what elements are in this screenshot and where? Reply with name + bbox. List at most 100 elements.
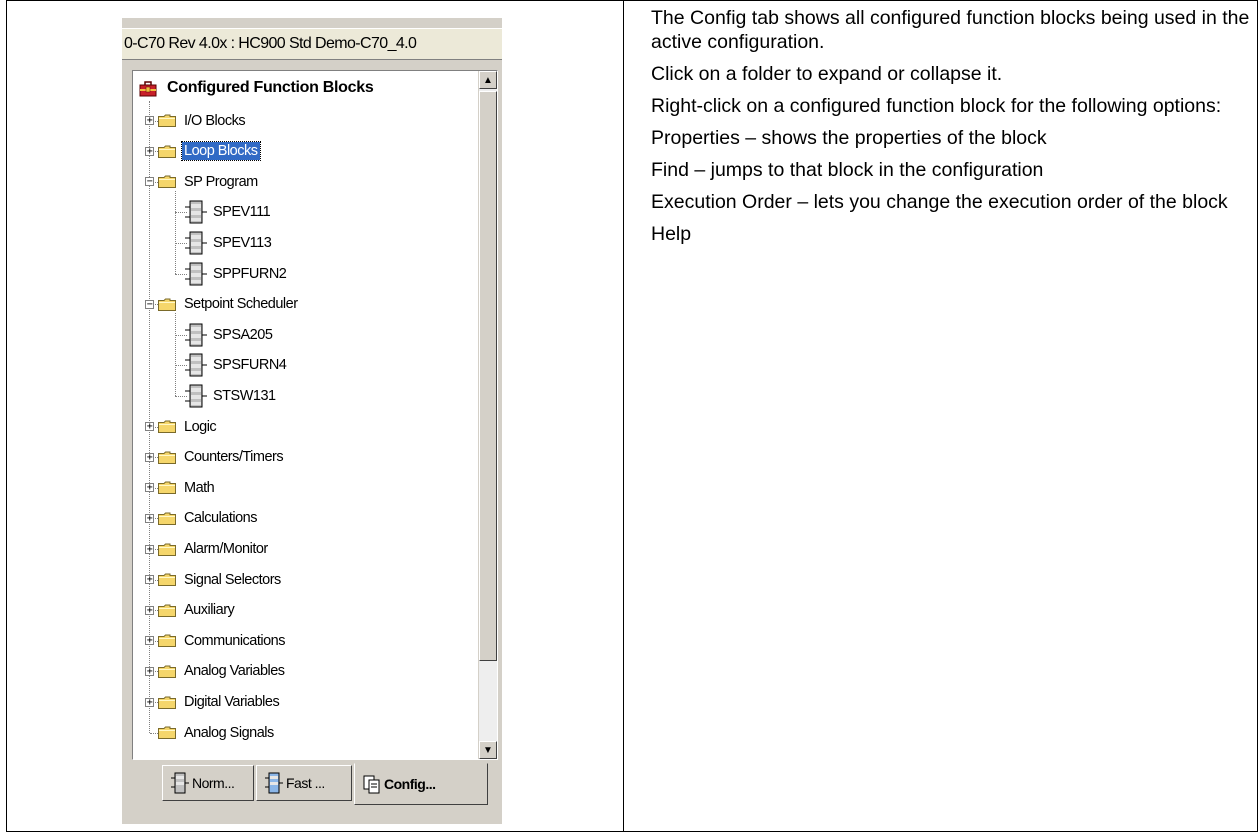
column-divider xyxy=(623,0,624,832)
folder-icon xyxy=(158,481,176,495)
function-block-icon xyxy=(185,384,207,408)
tree-item-label: Counters/Timers xyxy=(184,449,284,466)
tab-norm[interactable]: Norm... xyxy=(162,765,254,801)
tree-folder-item[interactable]: + Analog Variables xyxy=(145,658,287,684)
description-paragraph: Help xyxy=(651,223,692,245)
tree-item-label: Analog Signals xyxy=(184,724,274,741)
folder-icon xyxy=(158,114,176,128)
tree-content: Configured Function Blocks + I/O Blocks + Lo… xyxy=(133,71,473,759)
description-paragraph: The Config tab shows all configured func… xyxy=(651,7,1250,53)
tree-block-item[interactable]: SPEV113 xyxy=(185,230,273,256)
collapse-icon[interactable]: − xyxy=(145,177,154,187)
folder-icon xyxy=(158,726,176,740)
tree-folder-item[interactable]: + Signal Selectors xyxy=(145,567,283,593)
folder-icon xyxy=(158,604,176,617)
tree-block-item[interactable]: SPPFURN2 xyxy=(185,261,288,287)
function-block-tree[interactable]: Configured Function Blocks + I/O Blocks + Lo… xyxy=(132,70,498,760)
tree-folder-item[interactable]: + Alarm/Monitor xyxy=(145,536,270,562)
tree-folder-item[interactable]: + Communications xyxy=(145,628,287,654)
tree-folder-item[interactable]: + Calculations xyxy=(145,505,259,531)
tree-item-label: Digital Variables xyxy=(184,694,280,710)
expand-icon[interactable]: + xyxy=(145,116,154,126)
tree-item-label: Analog Variables xyxy=(184,663,285,680)
tab-label: Fast ... xyxy=(286,775,325,791)
panel-tab-strip: Norm... Fast ... Config... xyxy=(132,763,498,811)
function-block-icon xyxy=(185,323,207,347)
tree-item-label: Signal Selectors xyxy=(184,571,281,588)
tree-folder-item[interactable]: + Logic xyxy=(145,414,218,440)
tree-item-label: Calculations xyxy=(184,510,258,527)
tree-item-label: Logic xyxy=(184,418,217,435)
expand-icon[interactable]: + xyxy=(145,483,154,493)
tree-folder-item[interactable]: − SP Program xyxy=(145,169,260,195)
block-icon xyxy=(171,772,189,794)
tree-folder-item[interactable]: + Loop Blocks xyxy=(145,138,261,164)
folder-icon xyxy=(158,175,176,189)
folder-icon xyxy=(158,696,176,709)
config-icon xyxy=(363,775,380,794)
tree-item-label: STSW131 xyxy=(213,388,276,404)
folder-icon xyxy=(158,145,176,158)
folder-icon xyxy=(158,420,176,434)
tree-block-item[interactable]: SPSFURN4 xyxy=(185,352,288,378)
scroll-thumb[interactable] xyxy=(479,91,497,661)
tree-item-label: SPSA205 xyxy=(213,326,273,343)
tree-root[interactable]: Configured Function Blocks xyxy=(139,75,375,101)
expand-icon[interactable]: + xyxy=(145,697,154,707)
expand-icon[interactable]: + xyxy=(145,146,154,156)
tree-item-label: SPEV113 xyxy=(213,235,272,251)
function-block-icon xyxy=(185,200,207,224)
expand-icon[interactable]: + xyxy=(145,666,154,676)
scroll-down-button[interactable]: ▼ xyxy=(479,741,497,759)
tree-folder-item[interactable]: + Counters/Timers xyxy=(145,444,285,470)
tree-item-label: SPEV111 xyxy=(213,204,271,221)
folder-icon xyxy=(158,543,176,556)
tree-folder-item[interactable]: − Setpoint Scheduler xyxy=(145,291,300,317)
tab-config[interactable]: Config... xyxy=(354,763,488,805)
expand-icon[interactable]: + xyxy=(145,605,154,615)
panel-title-bar: 0-C70 Rev 4.0x : HC900 Std Demo-C70_4.0 xyxy=(122,28,502,60)
folder-icon xyxy=(158,573,176,587)
tree-folder-item[interactable]: + Digital Variables xyxy=(145,689,281,715)
folder-icon xyxy=(158,665,176,678)
tree-block-item[interactable]: STSW131 xyxy=(185,383,278,409)
vertical-scrollbar[interactable]: ▲ ▼ xyxy=(478,71,497,759)
tree-item-label: I/O Blocks xyxy=(184,112,246,129)
description-paragraph: Click on a folder to expand or collapse … xyxy=(651,63,1003,85)
description-paragraph: Find – jumps to that block in the config… xyxy=(651,159,1044,181)
tab-fast[interactable]: Fast ... xyxy=(256,765,352,801)
tree-item-label: Loop Blocks xyxy=(181,141,261,162)
expand-icon[interactable]: + xyxy=(145,636,154,646)
folder-icon xyxy=(158,298,176,311)
scroll-up-button[interactable]: ▲ xyxy=(479,71,497,89)
expand-icon[interactable]: + xyxy=(145,575,154,585)
expand-icon[interactable]: + xyxy=(145,452,154,462)
fast-block-icon xyxy=(265,772,283,794)
expand-icon[interactable]: + xyxy=(145,422,154,432)
tree-item-label: SP Program xyxy=(184,173,258,190)
folder-icon xyxy=(158,512,176,525)
description-paragraph: Execution Order – lets you change the ex… xyxy=(651,191,1228,213)
tree-item-label: Math xyxy=(184,479,215,496)
tree-item-label: SPSFURN4 xyxy=(213,357,287,374)
panel-title: 0-C70 Rev 4.0x : HC900 Std Demo-C70_4.0 xyxy=(124,35,417,52)
tree-block-item[interactable]: SPEV111 xyxy=(185,199,272,225)
tree-line xyxy=(175,190,177,274)
function-block-icon xyxy=(185,231,207,255)
tree-line xyxy=(175,313,177,396)
expand-icon[interactable]: + xyxy=(145,513,154,523)
function-block-icon xyxy=(185,262,207,286)
tree-folder-item[interactable]: + I/O Blocks xyxy=(145,108,247,134)
expand-icon[interactable]: + xyxy=(145,544,154,554)
tree-folder-item[interactable]: Analog Signals xyxy=(145,720,276,746)
toolbox-icon xyxy=(139,81,157,97)
description-paragraph: Right-click on a configured function blo… xyxy=(651,95,1222,117)
tree-folder-item[interactable]: + Auxiliary xyxy=(145,597,236,623)
tree-block-item[interactable]: SPSA205 xyxy=(185,322,274,348)
folder-icon xyxy=(158,634,176,648)
config-panel: 0-C70 Rev 4.0x : HC900 Std Demo-C70_4.0 … xyxy=(122,18,502,824)
function-block-icon xyxy=(185,353,207,377)
collapse-icon[interactable]: − xyxy=(145,299,154,309)
tree-folder-item[interactable]: + Math xyxy=(145,475,216,501)
tree-root-label: Configured Function Blocks xyxy=(167,79,374,96)
